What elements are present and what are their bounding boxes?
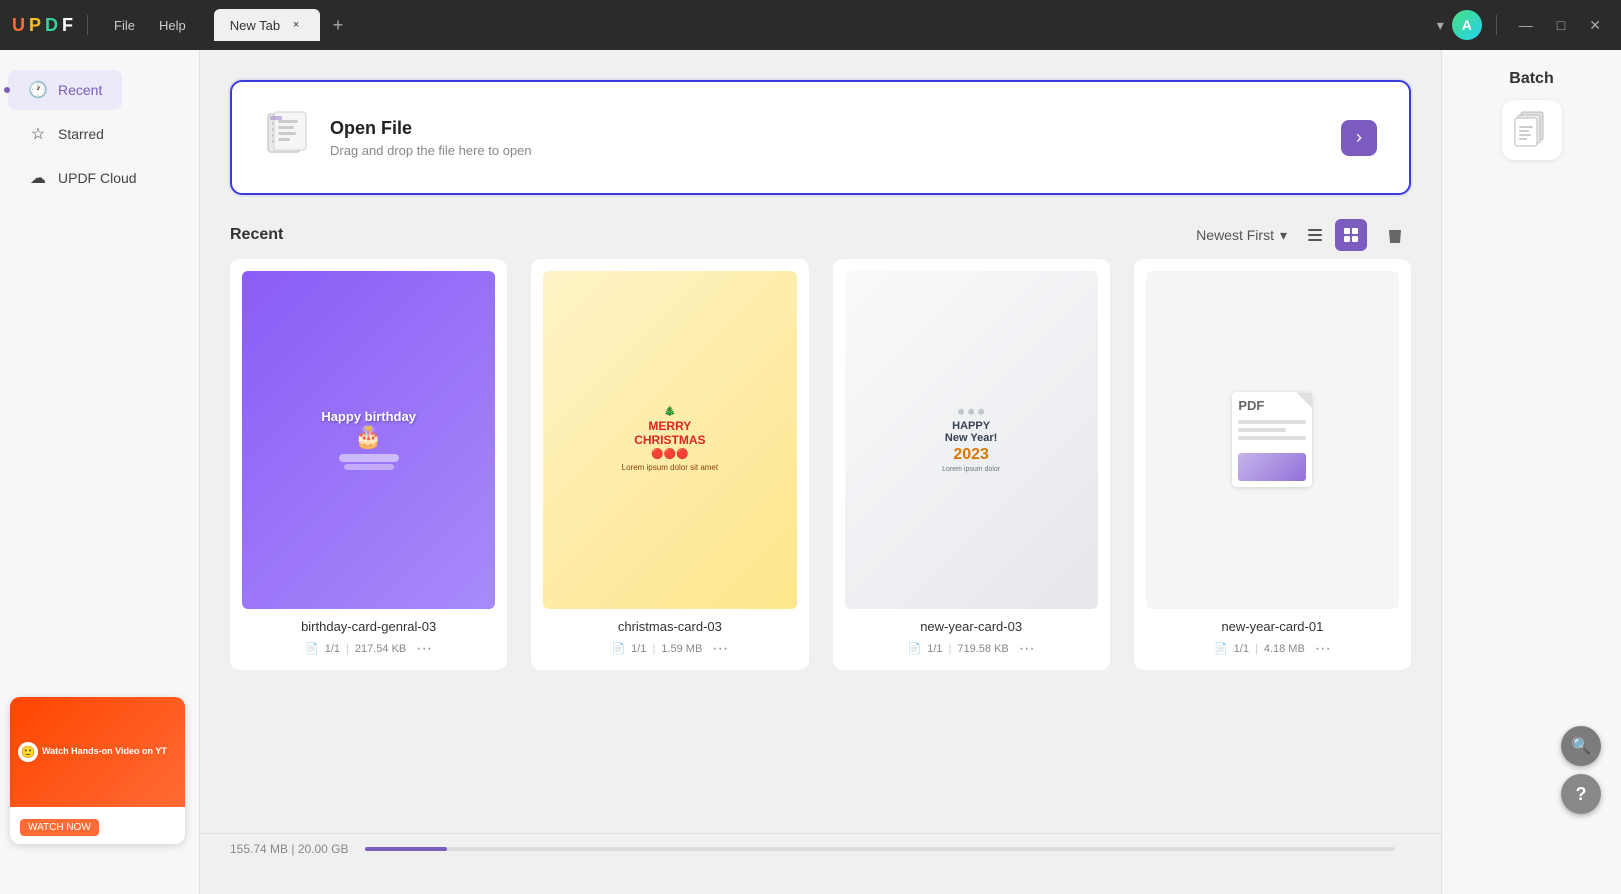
sidebar-item-recent[interactable]: 🕐 Recent [8, 70, 122, 110]
menu-bar: File Help [102, 12, 198, 39]
grid-view-button[interactable] [1335, 219, 1367, 251]
open-file-card[interactable]: Open File Drag and drop the file here to… [230, 80, 1411, 195]
sort-label: Newest First [1196, 227, 1274, 243]
file-more-birthday[interactable]: ··· [416, 640, 432, 658]
floating-buttons: 🔍 ? [1561, 726, 1601, 814]
file-meta-birthday: 📄 1/1 | 217.54 KB ··· [242, 640, 495, 658]
cloud-icon: ☁ [28, 168, 48, 188]
avatar[interactable]: A [1452, 10, 1482, 40]
titlebar-right: ▾ A — □ ✕ [1437, 10, 1609, 40]
bottom-bar: 155.74 MB | 20.00 GB [200, 833, 1441, 864]
sidebar-recent-label: Recent [58, 82, 102, 98]
title-divider [87, 15, 88, 35]
batch-title: Batch [1458, 70, 1605, 88]
storage-bar [365, 847, 1395, 851]
help-fab[interactable]: ? [1561, 774, 1601, 814]
help-menu[interactable]: Help [147, 12, 198, 39]
ad-content: WATCH NOW [10, 807, 185, 844]
file-grid: Happy birthday 🎂 birthday-card-genral-03… [230, 259, 1411, 670]
file-more-christmas[interactable]: ··· [712, 640, 728, 658]
dropdown-icon[interactable]: ▾ [1437, 17, 1444, 34]
tab-close-btn[interactable]: × [288, 17, 304, 33]
recent-icon: 🕐 [28, 80, 48, 100]
file-pages-birthday: 📄 [305, 642, 319, 655]
storage-info: 155.74 MB | 20.00 GB [230, 842, 349, 856]
ad-banner-image: 🙂 Watch Hands-on Video on YT [10, 697, 185, 807]
file-meta-newyear01: 📄 1/1 | 4.18 MB ··· [1146, 640, 1399, 658]
file-thumbnail-newyear01: PDF [1146, 271, 1399, 609]
file-name-newyear03: new-year-card-03 [845, 619, 1098, 634]
file-more-newyear01[interactable]: ··· [1315, 640, 1331, 658]
file-size-newyear01: 4.18 MB [1264, 643, 1305, 655]
new-tab[interactable]: New Tab × [214, 9, 320, 41]
main-layout: 🕐 Recent ☆ Starred ☁ UPDF Cloud [0, 50, 1621, 894]
ad-watch-button[interactable]: WATCH NOW [20, 819, 99, 836]
file-thumbnail-birthday: Happy birthday 🎂 [242, 271, 495, 609]
recent-section: Recent Newest First ▾ [230, 219, 1411, 670]
file-more-newyear03[interactable]: ··· [1019, 640, 1035, 658]
file-card-newyear01[interactable]: PDF new-year-card-01 📄 1/1 | [1134, 259, 1411, 670]
open-file-subtitle: Drag and drop the file here to open [330, 143, 1321, 158]
recent-title: Recent [230, 226, 283, 244]
add-tab-button[interactable]: + [324, 11, 352, 39]
file-meta-christmas: 📄 1/1 | 1.59 MB ··· [543, 640, 796, 658]
storage-fill [365, 847, 447, 851]
close-button[interactable]: ✕ [1581, 13, 1609, 38]
file-meta-newyear03: 📄 1/1 | 719.58 KB ··· [845, 640, 1098, 658]
tab-bar: New Tab × + [214, 9, 1429, 41]
file-thumbnail-christmas: 🎄 MERRYCHRISTMAS 🔴🔴🔴 Lorem ipsum dolor s… [543, 271, 796, 609]
sidebar-starred-label: Starred [58, 126, 104, 142]
file-card-birthday[interactable]: Happy birthday 🎂 birthday-card-genral-03… [230, 259, 507, 670]
starred-icon: ☆ [28, 124, 48, 144]
maximize-button[interactable]: □ [1549, 13, 1573, 37]
file-menu[interactable]: File [102, 12, 147, 39]
open-file-title: Open File [330, 118, 1321, 139]
search-icon: 🔍 [1571, 736, 1591, 756]
sep [1496, 15, 1497, 35]
tab-label: New Tab [230, 18, 280, 33]
sidebar-item-cloud[interactable]: ☁ UPDF Cloud [8, 158, 191, 198]
file-name-christmas: christmas-card-03 [543, 619, 796, 634]
ad-banner: 🙂 Watch Hands-on Video on YT WATCH NOW [10, 697, 185, 844]
file-size-birthday: 217.54 KB [355, 643, 406, 655]
file-size-newyear03: 719.58 KB [957, 643, 1008, 655]
sidebar-cloud-label: UPDF Cloud [58, 170, 137, 186]
open-file-text: Open File Drag and drop the file here to… [330, 118, 1321, 158]
delete-all-button[interactable] [1379, 219, 1411, 251]
file-name-birthday: birthday-card-genral-03 [242, 619, 495, 634]
sidebar-item-starred[interactable]: ☆ Starred [8, 114, 191, 154]
list-view-button[interactable] [1299, 219, 1331, 251]
file-card-newyear03[interactable]: ❄ ❄ ❄ HAPPYNew Year! 2023 Lorem ipsum do… [833, 259, 1110, 670]
recent-controls: Newest First ▾ [1196, 219, 1411, 251]
help-icon: ? [1576, 784, 1587, 805]
file-name-newyear01: new-year-card-01 [1146, 619, 1399, 634]
minimize-button[interactable]: — [1511, 13, 1541, 37]
open-file-icon [264, 110, 310, 165]
open-file-arrow-btn[interactable]: › [1341, 120, 1377, 156]
sort-dropdown[interactable]: Newest First ▾ [1196, 227, 1287, 244]
search-fab[interactable]: 🔍 [1561, 726, 1601, 766]
titlebar: UPDF File Help New Tab × + ▾ A — □ ✕ [0, 0, 1621, 50]
batch-button[interactable] [1502, 100, 1562, 160]
pdf-file-icon: PDF [1232, 392, 1312, 487]
file-size-christmas: 1.59 MB [661, 643, 702, 655]
main-content: Open File Drag and drop the file here to… [200, 50, 1441, 894]
file-card-christmas[interactable]: 🎄 MERRYCHRISTMAS 🔴🔴🔴 Lorem ipsum dolor s… [531, 259, 808, 670]
view-toggle [1299, 219, 1367, 251]
sort-chevron-icon: ▾ [1280, 227, 1287, 244]
recent-header: Recent Newest First ▾ [230, 219, 1411, 251]
sidebar-recent-wrapper: 🕐 Recent [0, 70, 199, 110]
app-logo: UPDF [12, 15, 73, 36]
file-thumbnail-newyear03: ❄ ❄ ❄ HAPPYNew Year! 2023 Lorem ipsum do… [845, 271, 1098, 609]
